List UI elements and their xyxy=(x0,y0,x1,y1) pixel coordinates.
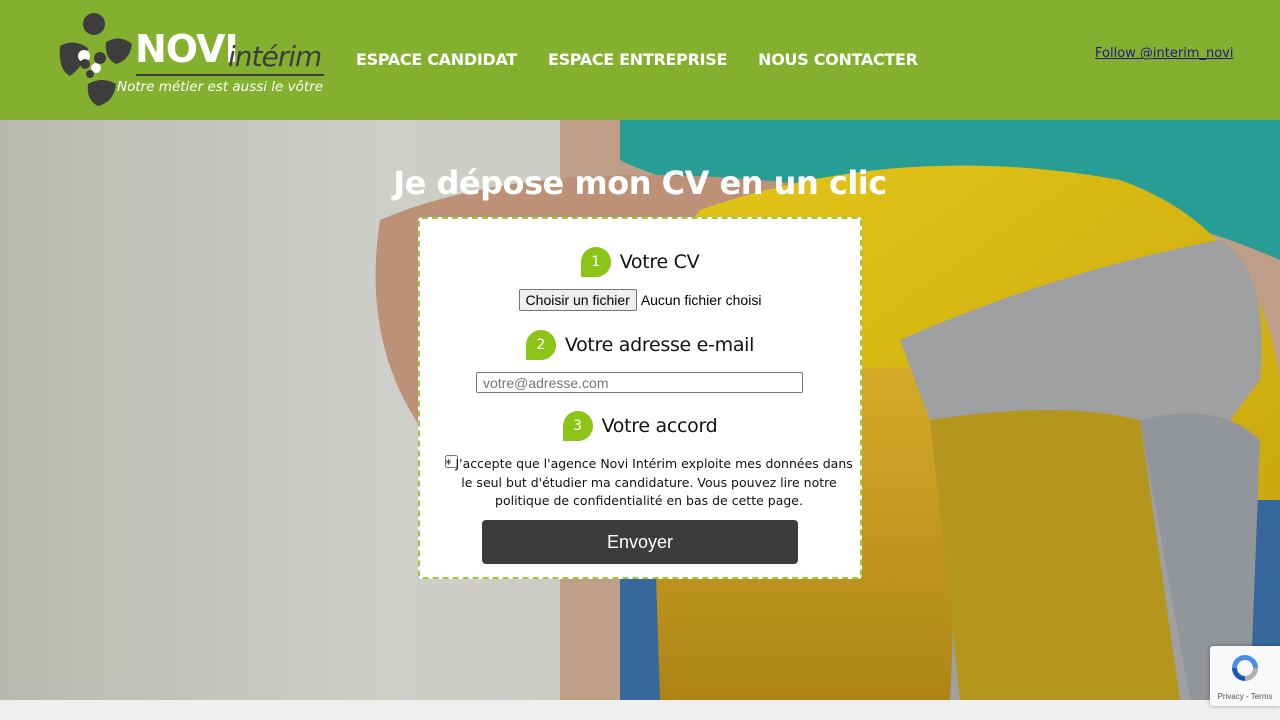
consent-text: * J'accepte que l'agence Novi Intérim ex… xyxy=(445,456,853,508)
email-input[interactable] xyxy=(476,372,803,393)
hero-title: Je dépose mon CV en un clic xyxy=(393,164,887,202)
twitter-follow-link[interactable]: Follow @interim_novi xyxy=(1095,46,1233,61)
logo-brand-suffix: intérim xyxy=(228,40,322,73)
step-1-badge: 1 xyxy=(580,247,611,277)
step-3-badge: 3 xyxy=(562,411,593,441)
step-1-label: Votre CV xyxy=(619,251,700,273)
novi-interim-logo[interactable]: NOVI intérim Notre métier est aussi le v… xyxy=(54,12,326,108)
main-nav: ESPACE CANDIDAT ESPACE ENTREPRISE NOUS C… xyxy=(356,50,918,69)
file-status-text: Aucun fichier choisi xyxy=(640,292,762,308)
step-1-title: 1 Votre CV xyxy=(420,247,860,277)
recaptcha-badge[interactable]: Privacy - Terms xyxy=(1210,646,1280,706)
recaptcha-icon xyxy=(1232,655,1258,681)
step-2-badge: 2 xyxy=(525,330,556,360)
recaptcha-links[interactable]: Privacy - Terms xyxy=(1210,692,1280,701)
hero-section: Je dépose mon CV en un clic 1 Votre CV C… xyxy=(0,120,1280,700)
logo-brand-text: NOVI xyxy=(135,27,239,71)
choose-file-button[interactable]: Choisir un fichier xyxy=(518,289,637,311)
nav-espace-candidat[interactable]: ESPACE CANDIDAT xyxy=(356,50,517,69)
nav-nous-contacter[interactable]: NOUS CONTACTER xyxy=(758,50,918,69)
step-2-title: 2 Votre adresse e-mail xyxy=(420,330,860,360)
logo-underline xyxy=(136,74,324,76)
site-header: NOVI intérim Notre métier est aussi le v… xyxy=(0,0,1280,120)
nav-espace-entreprise[interactable]: ESPACE ENTREPRISE xyxy=(548,50,727,69)
step-3-title: 3 Votre accord xyxy=(420,411,860,441)
logo-tagline: Notre métier est aussi le vôtre xyxy=(117,79,324,95)
cv-file-row: Choisir un fichier Aucun fichier choisi xyxy=(420,289,860,311)
footer-strip xyxy=(0,700,1280,720)
step-2-label: Votre adresse e-mail xyxy=(564,334,755,356)
cv-upload-form: 1 Votre CV Choisir un fichier Aucun fich… xyxy=(418,217,862,579)
step-3-label: Votre accord xyxy=(601,415,718,437)
submit-button[interactable]: Envoyer xyxy=(482,520,798,564)
